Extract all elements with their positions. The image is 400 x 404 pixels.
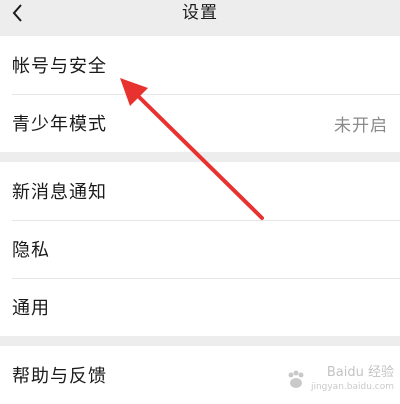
settings-group-general: 新消息通知 隐私 通用 bbox=[0, 162, 400, 336]
settings-item-account-security[interactable]: 帐号与安全 bbox=[0, 36, 400, 94]
settings-group-account: 帐号与安全 青少年模式 未开启 bbox=[0, 36, 400, 152]
settings-item-label: 通用 bbox=[12, 298, 50, 319]
settings-item-label: 新消息通知 bbox=[12, 182, 107, 203]
settings-item-value: 未开启 bbox=[334, 115, 388, 136]
settings-item-label: 帐号与安全 bbox=[12, 56, 107, 77]
settings-item-label: 帮助与反馈 bbox=[12, 366, 107, 387]
settings-item-teen-mode[interactable]: 青少年模式 未开启 bbox=[0, 94, 400, 152]
watermark-url: jingyan.baidu.com bbox=[310, 382, 394, 392]
nav-bar: 设置 bbox=[0, 0, 400, 28]
settings-item-label: 隐私 bbox=[12, 240, 50, 261]
settings-item-notifications[interactable]: 新消息通知 bbox=[0, 162, 400, 220]
watermark-brand: Baidu 经验 bbox=[326, 365, 394, 380]
watermark: Baidu 经验 jingyan.baidu.com bbox=[285, 366, 394, 394]
settings-item-privacy[interactable]: 隐私 bbox=[0, 220, 400, 278]
page-title: 设置 bbox=[182, 3, 218, 23]
paw-icon bbox=[288, 370, 304, 388]
settings-item-general[interactable]: 通用 bbox=[0, 278, 400, 336]
settings-item-label: 青少年模式 bbox=[12, 114, 107, 135]
